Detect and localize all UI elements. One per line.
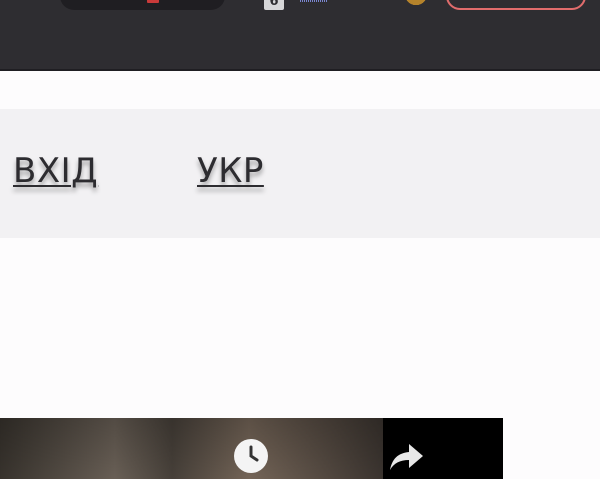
- extension-badge[interactable]: 6: [258, 0, 286, 12]
- spacer: [0, 71, 600, 109]
- outline-button[interactable]: [446, 0, 586, 10]
- badge-count: 6: [264, 0, 284, 10]
- video-shade: [0, 418, 383, 479]
- language-link[interactable]: УКР: [197, 151, 264, 191]
- avatar[interactable]: [402, 0, 430, 6]
- login-link[interactable]: ВХІД: [13, 151, 98, 191]
- address-bar[interactable]: [60, 0, 225, 10]
- record-icon[interactable]: [147, 0, 159, 3]
- share-arrow-icon[interactable]: [389, 442, 425, 472]
- signal-icon[interactable]: [300, 0, 328, 2]
- video-thumbnail[interactable]: [0, 418, 383, 479]
- clock-icon[interactable]: [234, 439, 268, 473]
- browser-toolbar: 6: [0, 0, 600, 71]
